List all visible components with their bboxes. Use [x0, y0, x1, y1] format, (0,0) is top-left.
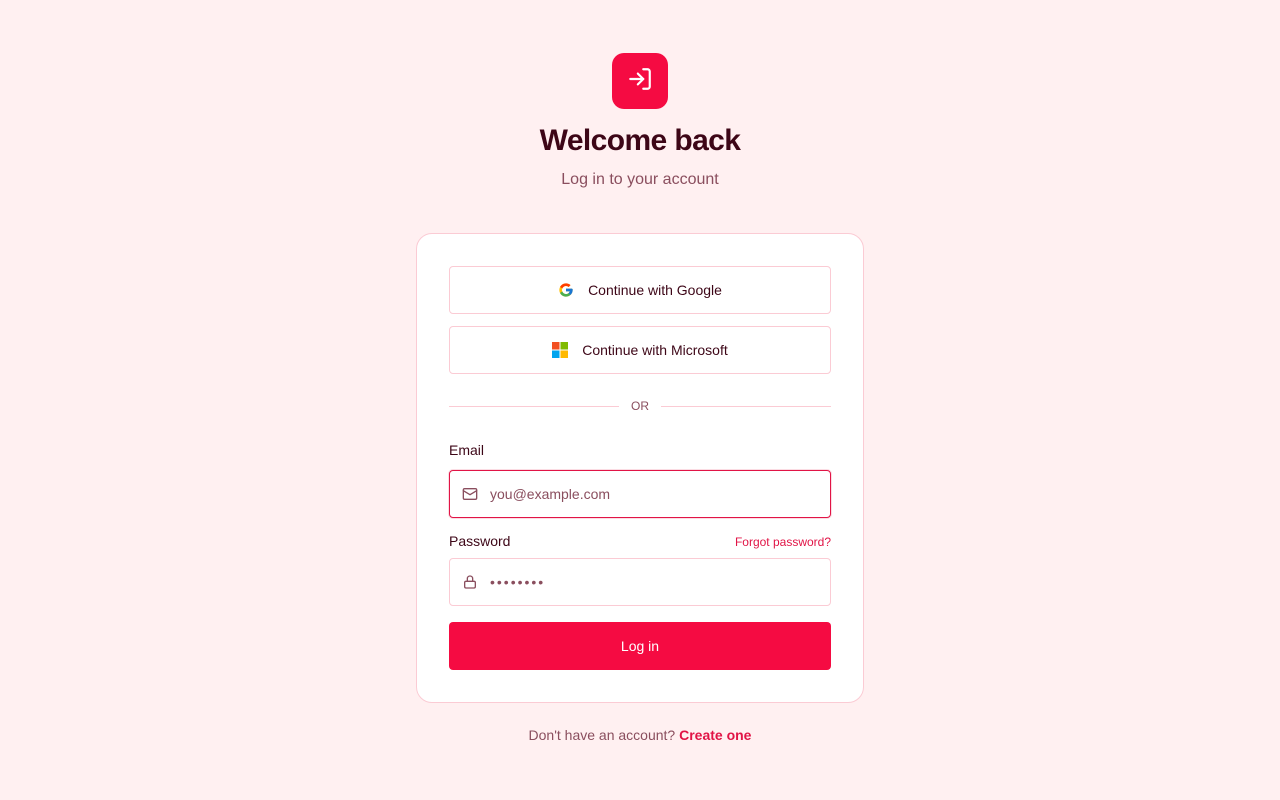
divider-line-left — [449, 405, 619, 407]
log-in-button[interactable]: Log in — [449, 622, 831, 670]
page-subtitle: Log in to your account — [561, 171, 719, 188]
mail-icon — [462, 486, 478, 502]
signup-prompt: Don't have an account? Create one — [0, 727, 1280, 743]
email-label: Email — [449, 442, 485, 458]
continue-with-microsoft-label: Continue with Microsoft — [582, 342, 728, 358]
page-title: Welcome back — [539, 124, 741, 157]
signup-prompt-text: Don't have an account? — [528, 727, 676, 743]
or-divider: OR — [449, 398, 831, 414]
continue-with-google-label: Continue with Google — [588, 282, 722, 298]
email-input[interactable] — [490, 486, 810, 502]
forgot-password-link[interactable]: Forgot password? — [735, 535, 831, 549]
continue-with-google-button[interactable]: Continue with Google — [449, 266, 831, 314]
password-label: Password — [449, 533, 511, 549]
microsoft-icon — [552, 342, 569, 358]
create-account-link[interactable]: Create one — [679, 727, 751, 743]
log-in-icon — [627, 66, 653, 97]
lock-icon — [462, 574, 478, 590]
continue-with-microsoft-button[interactable]: Continue with Microsoft — [449, 326, 831, 374]
password-field[interactable]: •••••••• — [449, 558, 831, 606]
google-icon — [558, 282, 574, 298]
password-input[interactable]: •••••••• — [490, 574, 545, 590]
email-field[interactable] — [449, 470, 831, 518]
divider-line-right — [661, 405, 831, 407]
divider-label: OR — [631, 399, 649, 413]
login-card: Continue with Google Continue with Micro… — [416, 233, 864, 703]
app-logo — [612, 53, 668, 109]
